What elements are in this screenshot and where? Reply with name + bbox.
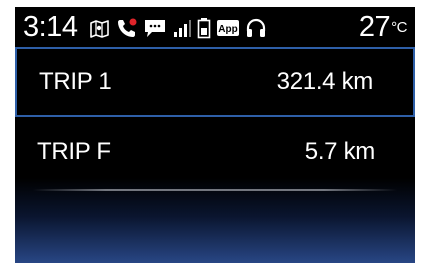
status-bar: 3:14 App 27°C: [15, 7, 415, 47]
phone-missed-icon: [116, 17, 138, 39]
app-icon: App: [216, 17, 240, 39]
trip-label: TRIP 1: [39, 68, 112, 95]
trip-row-trip-f[interactable]: TRIP F 5.7 km: [15, 117, 415, 187]
trip-distance: 5.7 km: [304, 138, 376, 165]
trip-display-screen: 3:14 App 27°C TRIP 1 321.4 km TRIP F 5.7…: [15, 7, 415, 263]
battery-icon: [197, 17, 211, 39]
trip-row-trip-1[interactable]: TRIP 1 321.4 km: [15, 47, 415, 117]
trip-distance: 321.4 km: [276, 68, 374, 95]
temperature-value: 27: [358, 11, 391, 43]
row-divider: [33, 189, 397, 191]
app-badge-text: App: [218, 24, 237, 35]
map-icon: [89, 17, 111, 39]
message-icon: [143, 17, 167, 39]
signal-bars-icon: [172, 17, 192, 39]
temperature-unit: °C: [391, 19, 407, 36]
outside-temperature: 27°C: [358, 10, 408, 45]
clock: 3:14: [23, 11, 78, 43]
headphones-icon: [245, 17, 267, 39]
trip-label: TRIP F: [37, 138, 111, 165]
status-icons: App: [89, 15, 267, 41]
